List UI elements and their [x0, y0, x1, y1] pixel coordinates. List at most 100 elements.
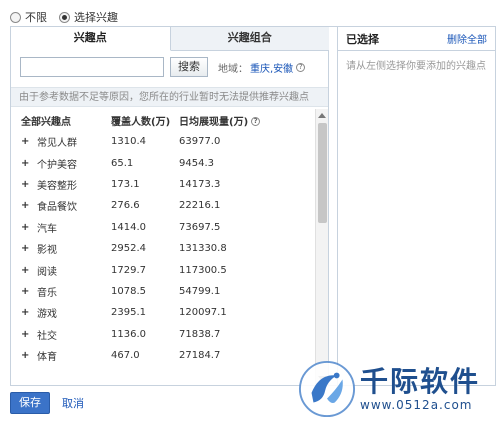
- interest-name-cell: + 汽车: [11, 220, 111, 235]
- interest-name-cell: + 阅读: [11, 263, 111, 278]
- expand-plus-icon[interactable]: +: [21, 136, 37, 147]
- coverage-cell: 1414.0: [111, 221, 146, 233]
- recommendation-notice: 由于参考数据不足等原因，您所在的行业暂时无法提供推荐兴趣点: [11, 87, 328, 107]
- table-row[interactable]: + 阅读 1729.7 117300.5: [11, 259, 315, 280]
- expand-plus-icon[interactable]: +: [21, 158, 37, 169]
- table-row[interactable]: + 常见人群 1310.4 63977.0: [11, 131, 315, 152]
- cancel-link[interactable]: 取消: [62, 395, 84, 411]
- impressions-cell: 54799.1: [179, 285, 221, 297]
- impressions-cell: 9454.3: [179, 157, 214, 169]
- expand-plus-icon[interactable]: +: [21, 243, 37, 254]
- interest-table-body: + 常见人群 1310.4 63977.0 + 个护美容 65.1 9454.3 + 美容整形 17…: [11, 131, 315, 383]
- column-header-name[interactable]: 全部兴趣点: [11, 113, 111, 128]
- table-row[interactable]: + 体育 467.0 27184.7: [11, 345, 315, 366]
- expand-plus-icon[interactable]: +: [21, 222, 37, 233]
- scope-option-unlimited[interactable]: 不限: [10, 9, 47, 25]
- interest-name-cell: + 游戏: [11, 305, 111, 320]
- selected-panel: 已选择 删除全部 请从左侧选择你要添加的兴趣点: [337, 27, 495, 385]
- coverage-cell: 2395.1: [111, 307, 146, 319]
- table-row[interactable]: + 游戏 2395.1 120097.1: [11, 302, 315, 323]
- interest-name[interactable]: 体育: [37, 348, 57, 363]
- interest-name-cell: + 食品餐饮: [11, 198, 111, 213]
- watermark-url: www.0512a.com: [360, 398, 473, 412]
- delete-all-link[interactable]: 删除全部: [447, 31, 487, 46]
- interest-name-cell: + 常见人群: [11, 134, 111, 149]
- column-header-coverage: 覆盖人数(万): [111, 116, 171, 128]
- radio-unchecked-icon[interactable]: [10, 11, 21, 23]
- coverage-cell: 65.1: [111, 157, 134, 169]
- tab-bar: 兴趣点 兴趣组合: [11, 27, 329, 51]
- impressions-cell: 117300.5: [179, 264, 227, 276]
- coverage-cell: 1078.5: [111, 285, 146, 297]
- selected-header: 已选择 删除全部: [338, 27, 495, 51]
- column-header-impressions-label: 日均展现量(万): [179, 116, 249, 128]
- impressions-cell: 120097.1: [179, 307, 227, 319]
- interest-name-cell: + 美容整形: [11, 177, 111, 192]
- expand-plus-icon[interactable]: +: [21, 286, 37, 297]
- expand-plus-icon[interactable]: +: [21, 350, 37, 361]
- help-icon[interactable]: ?: [296, 62, 306, 72]
- table-row[interactable]: + 美容整形 173.1 14173.3: [11, 174, 315, 195]
- search-input[interactable]: [20, 57, 164, 77]
- table-row[interactable]: + 音乐 1078.5 54799.1: [11, 281, 315, 302]
- interest-name[interactable]: 音乐: [37, 284, 57, 299]
- scroll-up-arrow-icon[interactable]: [318, 113, 326, 118]
- region-value-link[interactable]: 重庆,安徽: [250, 60, 293, 75]
- help-icon[interactable]: ?: [251, 117, 261, 126]
- impressions-cell: 131330.8: [179, 243, 227, 255]
- table-header: 全部兴趣点 覆盖人数(万) 日均展现量(万)?: [11, 109, 315, 131]
- interest-name[interactable]: 美容整形: [37, 177, 77, 192]
- scope-option-label: 不限: [25, 11, 47, 24]
- interest-name[interactable]: 个护美容: [37, 156, 77, 171]
- interest-name-cell: + 影视: [11, 241, 111, 256]
- watermark-title: 千际软件: [360, 365, 481, 398]
- vertical-scrollbar[interactable]: [315, 109, 328, 385]
- coverage-cell: 1729.7: [111, 264, 146, 276]
- scope-option-label: 选择兴趣: [74, 11, 118, 24]
- selected-empty-hint: 请从左侧选择你要添加的兴趣点: [346, 61, 486, 72]
- coverage-cell: 276.6: [111, 200, 140, 212]
- watermark: 千际软件 www.0512a.com: [298, 360, 480, 418]
- table-row[interactable]: + 食品餐饮 276.6 22216.1: [11, 195, 315, 216]
- expand-plus-icon[interactable]: +: [21, 307, 37, 318]
- interest-name-cell: + 社交: [11, 327, 111, 342]
- interest-name[interactable]: 汽车: [37, 220, 57, 235]
- scroll-thumb[interactable]: [318, 123, 327, 223]
- coverage-cell: 1310.4: [111, 136, 146, 148]
- interest-name[interactable]: 影视: [37, 241, 57, 256]
- save-button[interactable]: 保存: [10, 392, 50, 414]
- column-header-impressions: 日均展现量(万)?: [179, 113, 309, 128]
- search-button[interactable]: 搜索: [170, 57, 208, 77]
- tab-interest-combinations[interactable]: 兴趣组合: [170, 27, 329, 51]
- interest-name[interactable]: 常见人群: [37, 134, 77, 149]
- watermark-logo-icon: [298, 360, 356, 418]
- action-bar: 保存 取消: [10, 392, 84, 414]
- impressions-cell: 14173.3: [179, 178, 221, 190]
- selected-title: 已选择: [346, 32, 379, 46]
- interest-name[interactable]: 社交: [37, 327, 57, 342]
- interest-name[interactable]: 阅读: [37, 263, 57, 278]
- table-row[interactable]: + 影视 2952.4 131330.8: [11, 238, 315, 259]
- region-label: 地域：: [218, 63, 248, 75]
- expand-plus-icon[interactable]: +: [21, 200, 37, 211]
- interest-selector-panel: 兴趣点 兴趣组合 搜索 地域： 重庆,安徽 ? 由于参考数据不足等原因，您所在的…: [10, 26, 496, 386]
- table-row[interactable]: + 汽车 1414.0 73697.5: [11, 217, 315, 238]
- tab-interest-points[interactable]: 兴趣点: [11, 27, 171, 51]
- interest-name-cell: + 个护美容: [11, 156, 111, 171]
- radio-checked-icon[interactable]: [59, 11, 70, 23]
- expand-plus-icon[interactable]: +: [21, 265, 37, 276]
- impressions-cell: 71838.7: [179, 328, 221, 340]
- coverage-cell: 173.1: [111, 178, 140, 190]
- interest-list-panel: 兴趣点 兴趣组合 搜索 地域： 重庆,安徽 ? 由于参考数据不足等原因，您所在的…: [11, 27, 329, 385]
- interest-name[interactable]: 食品餐饮: [37, 198, 77, 213]
- expand-plus-icon[interactable]: +: [21, 179, 37, 190]
- scope-option-select-interest[interactable]: 选择兴趣: [59, 9, 118, 25]
- coverage-cell: 467.0: [111, 350, 140, 362]
- coverage-cell: 2952.4: [111, 243, 146, 255]
- table-row[interactable]: + 社交 1136.0 71838.7: [11, 324, 315, 345]
- expand-plus-icon[interactable]: +: [21, 329, 37, 340]
- table-row[interactable]: + 个护美容 65.1 9454.3: [11, 152, 315, 173]
- search-bar: 搜索 地域： 重庆,安徽 ?: [20, 57, 306, 77]
- interest-name[interactable]: 游戏: [37, 305, 57, 320]
- interest-name-cell: + 体育: [11, 348, 111, 363]
